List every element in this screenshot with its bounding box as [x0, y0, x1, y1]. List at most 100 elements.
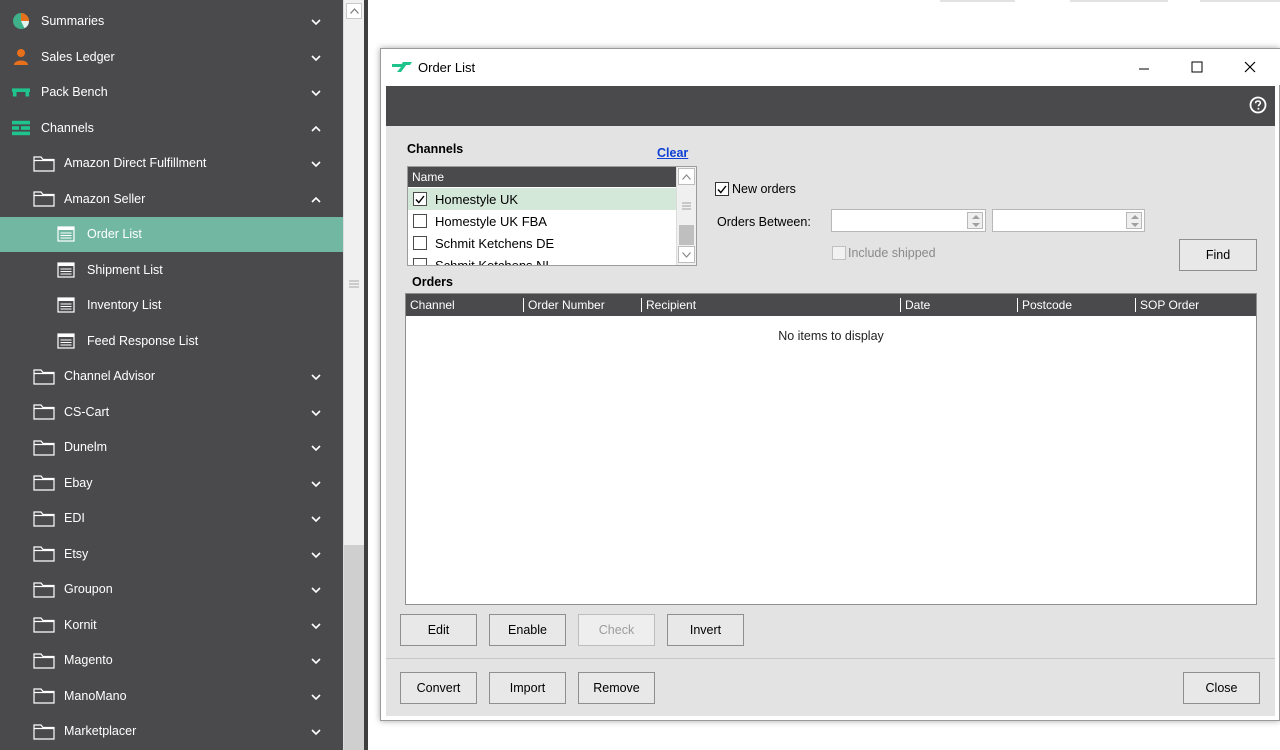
sidebar-item-order-list[interactable]: Order List — [0, 216, 343, 252]
sidebar-item-dunelm[interactable]: Dunelm — [0, 430, 343, 466]
sidebar-item-sales-ledger[interactable]: Sales Ledger — [0, 39, 343, 75]
column-header-postcode[interactable]: Postcode — [1017, 298, 1072, 312]
chevron-down-icon[interactable] — [311, 478, 321, 488]
dialog-titlebar[interactable]: Order List — [381, 49, 1280, 85]
channel-checkbox[interactable] — [413, 236, 427, 250]
sidebar-item-manomano[interactable]: ManoMano — [0, 678, 343, 714]
channel-row-homestyle-uk[interactable]: Homestyle UK — [408, 188, 676, 210]
close-button[interactable]: Close — [1183, 672, 1260, 704]
pane-divider[interactable] — [364, 0, 368, 750]
sidebar-item-magento[interactable]: Magento — [0, 643, 343, 679]
check-button[interactable]: Check — [578, 614, 655, 646]
chevron-down-icon[interactable] — [311, 620, 321, 630]
import-button[interactable]: Import — [489, 672, 566, 704]
date-to-input[interactable] — [993, 210, 1144, 231]
clear-link[interactable]: Clear — [657, 146, 688, 160]
channels-scroll-down[interactable] — [678, 246, 695, 263]
sidebar-item-shipment-list[interactable]: Shipment List — [0, 252, 343, 288]
date-from-input[interactable] — [832, 210, 985, 231]
include-shipped-checkbox[interactable] — [832, 246, 846, 260]
new-orders-label[interactable]: New orders — [732, 182, 796, 196]
invert-button[interactable]: Invert — [667, 614, 744, 646]
order-list-dialog: Order List Channels Clear Name Homestyle… — [380, 48, 1280, 721]
channel-row-schmit-ketchens-de[interactable]: Schmit Ketchens DE — [408, 232, 676, 254]
channels-list[interactable]: Name Homestyle UK Homestyle UK FBA Schmit … — [407, 166, 697, 266]
chevron-down-icon[interactable] — [311, 655, 321, 665]
channels-scroll-up[interactable] — [678, 168, 695, 185]
sidebar-item-marketplacer[interactable]: Marketplacer — [0, 714, 343, 750]
help-icon[interactable] — [1249, 96, 1267, 114]
channel-row-homestyle-uk-fba[interactable]: Homestyle UK FBA — [408, 210, 676, 232]
channels-scroll-thumb[interactable] — [679, 225, 694, 245]
channel-checkbox[interactable] — [413, 214, 427, 228]
sidebar-item-label: Channels — [41, 120, 94, 135]
new-orders-checkbox[interactable] — [715, 182, 729, 196]
folder-icon — [33, 651, 55, 669]
edit-button[interactable]: Edit — [400, 614, 477, 646]
scroll-grip-icon[interactable] — [681, 202, 692, 210]
column-header-recipient[interactable]: Recipient — [641, 298, 696, 312]
background-fragment — [1200, 0, 1280, 2]
sidebar-item-inventory-list[interactable]: Inventory List — [0, 288, 343, 324]
chevron-down-icon[interactable] — [311, 371, 321, 381]
maximize-button[interactable] — [1174, 49, 1220, 85]
sidebar-item-label: Summaries — [41, 14, 105, 29]
find-button[interactable]: Find — [1179, 239, 1257, 271]
maximize-icon — [1191, 61, 1203, 73]
sidebar-item-pack-bench[interactable]: Pack Bench — [0, 75, 343, 111]
sidebar-item-amazon-direct-fulfillment[interactable]: Amazon Direct Fulfillment — [0, 146, 343, 182]
chevron-down-icon[interactable] — [311, 87, 321, 97]
list-icon — [57, 261, 75, 279]
column-header-date[interactable]: Date — [900, 298, 930, 312]
app-logo-icon — [392, 62, 412, 72]
sidebar-item-ebay[interactable]: Ebay — [0, 465, 343, 501]
channels-scrollbar[interactable] — [676, 167, 696, 265]
sidebar-item-channel-advisor[interactable]: Channel Advisor — [0, 359, 343, 395]
sidebar-item-amazon-seller[interactable]: Amazon Seller — [0, 181, 343, 217]
sidebar-item-kornit[interactable]: Kornit — [0, 607, 343, 643]
close-window-button[interactable] — [1227, 49, 1273, 85]
date-to-spinner[interactable] — [1126, 212, 1142, 229]
sidebar-item-channels[interactable]: Channels — [0, 110, 343, 146]
chevron-down-icon[interactable] — [311, 52, 321, 62]
chevron-down-icon[interactable] — [311, 691, 321, 701]
convert-button[interactable]: Convert — [400, 672, 477, 704]
chevron-down-icon[interactable] — [311, 158, 321, 168]
dialog-title: Order List — [418, 60, 476, 75]
scroll-up-button[interactable] — [346, 3, 362, 19]
channel-checkbox[interactable] — [413, 258, 427, 265]
channels-column-header[interactable]: Name — [408, 167, 676, 187]
sidebar-item-feed-response-list[interactable]: Feed Response List — [0, 323, 343, 359]
sidebar-scrollbar[interactable] — [343, 0, 365, 750]
channel-row-schmit-ketchens-nl[interactable]: Schmit Ketchens NL — [408, 254, 676, 265]
column-header-sop-order[interactable]: SOP Order — [1135, 298, 1199, 312]
chevron-down-icon[interactable] — [311, 407, 321, 417]
column-header-order-number[interactable]: Order Number — [523, 298, 605, 312]
chevron-up-icon[interactable] — [311, 123, 321, 133]
chevron-up-icon[interactable] — [311, 194, 321, 204]
channel-checkbox[interactable] — [413, 192, 427, 206]
chevron-down-icon[interactable] — [311, 726, 321, 736]
enable-button[interactable]: Enable — [489, 614, 566, 646]
sidebar-item-etsy[interactable]: Etsy — [0, 536, 343, 572]
chevron-down-icon[interactable] — [311, 584, 321, 594]
chevron-down-icon[interactable] — [311, 16, 321, 26]
chevron-down-icon[interactable] — [311, 549, 321, 559]
chevron-down-icon[interactable] — [311, 513, 321, 523]
scroll-grip-icon[interactable] — [348, 279, 360, 289]
date-from-spinner[interactable] — [967, 212, 983, 229]
sidebar-item-groupon[interactable]: Groupon — [0, 572, 343, 608]
close-icon — [1244, 61, 1256, 73]
date-to-field[interactable] — [992, 209, 1145, 232]
remove-button[interactable]: Remove — [578, 672, 655, 704]
orders-header: Channel Order Number Recipient Date Post… — [406, 294, 1256, 316]
orders-table[interactable]: Channel Order Number Recipient Date Post… — [405, 293, 1257, 605]
sidebar-item-cs-cart[interactable]: CS-Cart — [0, 394, 343, 430]
column-header-channel[interactable]: Channel — [406, 294, 455, 316]
chevron-down-icon[interactable] — [311, 442, 321, 452]
minimize-button[interactable] — [1121, 49, 1167, 85]
sidebar-item-edi[interactable]: EDI — [0, 501, 343, 537]
date-from-field[interactable] — [831, 209, 986, 232]
sidebar-item-summaries[interactable]: Summaries — [0, 4, 343, 40]
scroll-track-lower[interactable] — [344, 545, 365, 750]
